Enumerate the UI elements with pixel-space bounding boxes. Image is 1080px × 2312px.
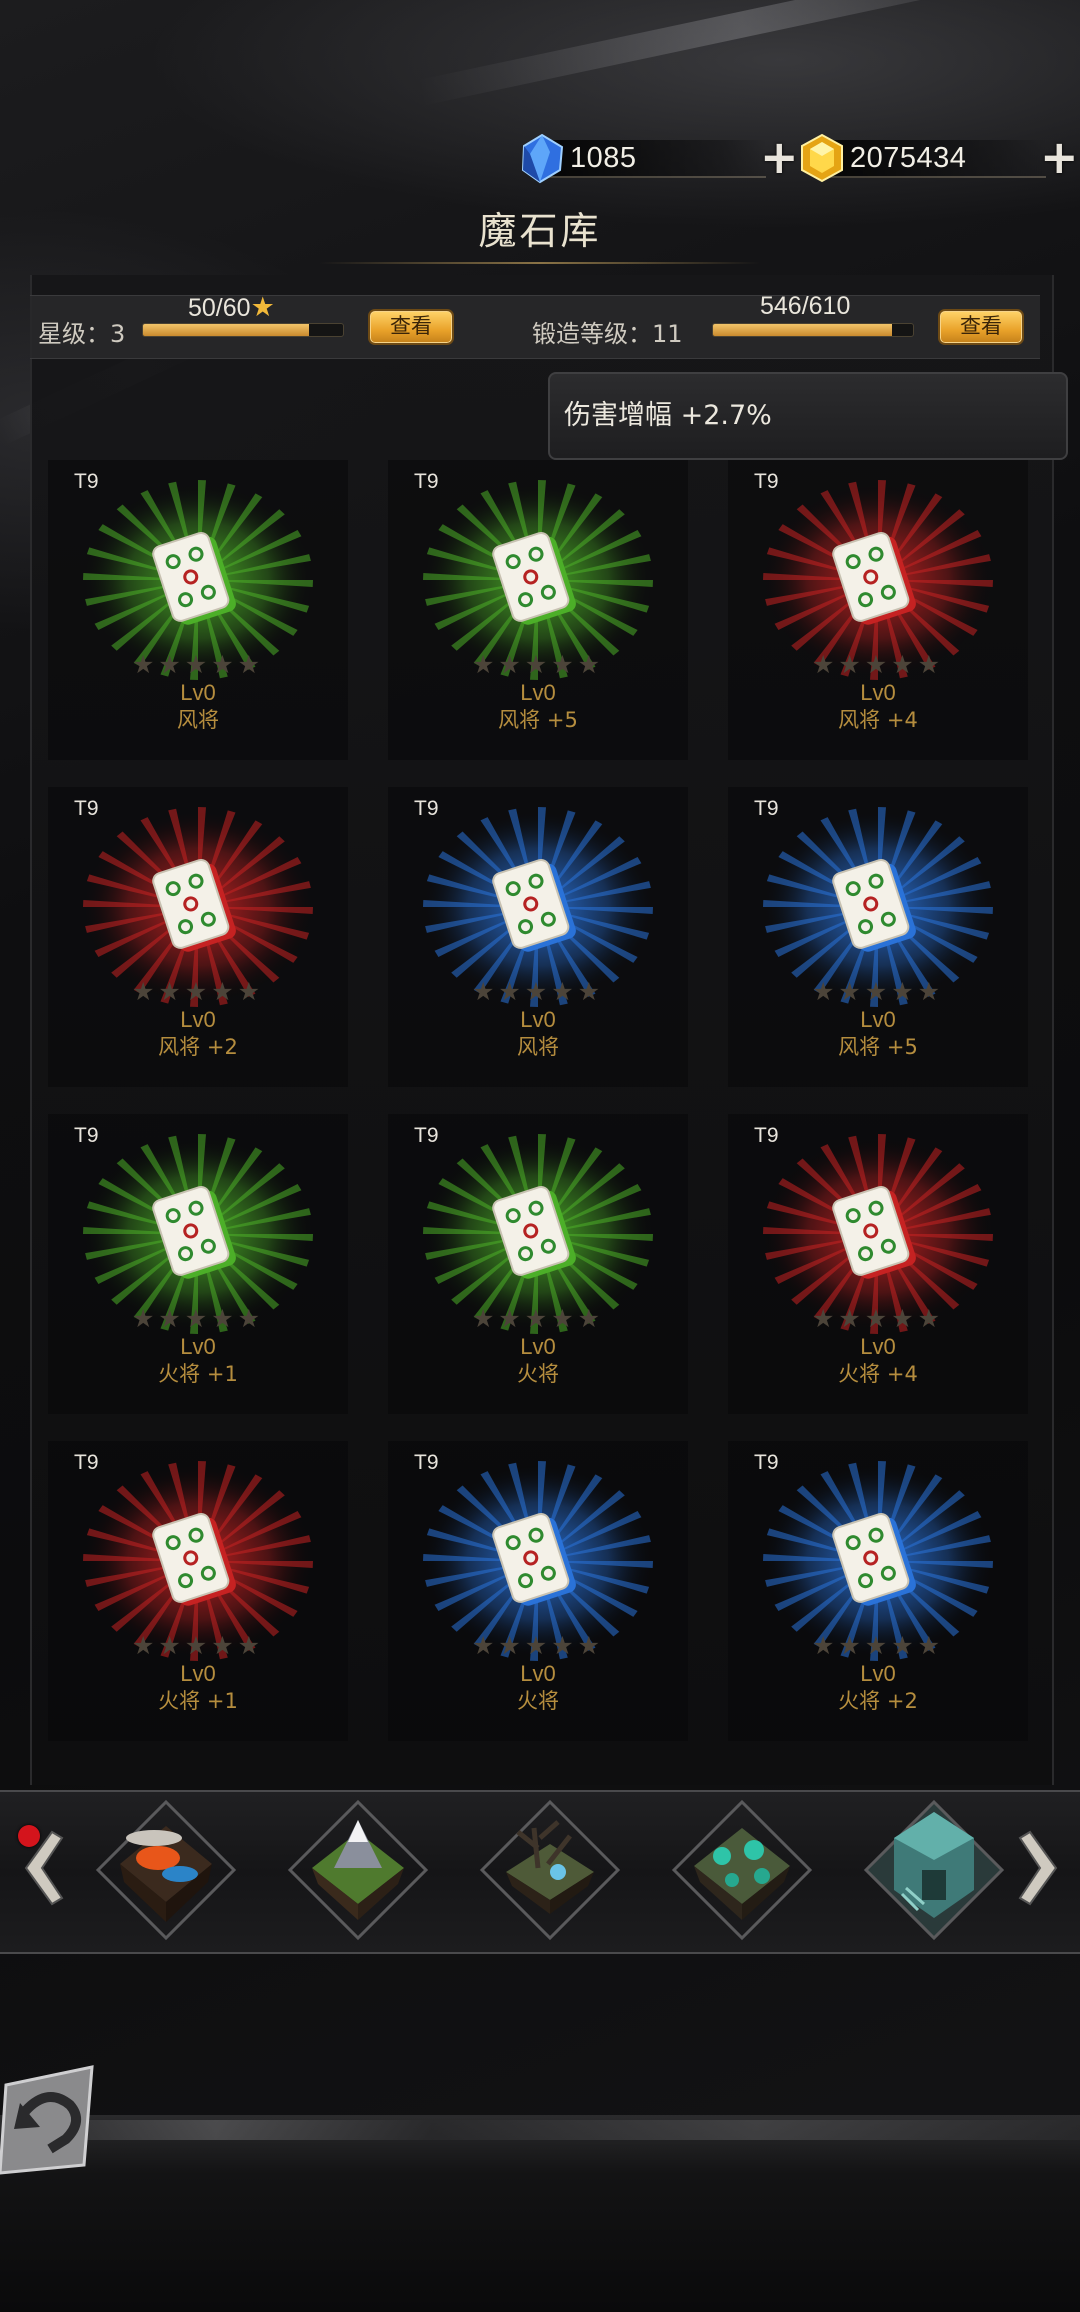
stats-bar: 星级：3 50/60★ 查看 锻造等级：11 546/610 查看 [30, 292, 1040, 359]
star-rating: ★★★★★ [811, 650, 945, 679]
star-rating: ★★★★★ [131, 1631, 265, 1660]
stone-name: 火将 [517, 1689, 559, 1713]
mahjong-tile-icon [492, 858, 576, 952]
mahjong-tile-icon [492, 1185, 576, 1279]
forge-level-label: 锻造等级：11 [532, 320, 683, 348]
forge-progress-bar [712, 323, 914, 337]
magic-stone-card[interactable]: T9 ★★★★★ Lv0 风将 +2 [48, 787, 348, 1087]
star-rating: ★★★★★ [131, 977, 265, 1006]
mahjong-tile-icon [832, 858, 916, 952]
ground-crack [0, 2120, 1080, 2140]
level-label: Lv0 [180, 1007, 216, 1032]
stone-name: 风将 +5 [838, 1035, 918, 1059]
blue-crystal-icon [521, 133, 564, 184]
title-divider [320, 262, 760, 264]
level-label: Lv0 [520, 1334, 556, 1359]
star-rating: ★★★★★ [471, 1631, 605, 1660]
level-label: Lv0 [860, 1661, 896, 1686]
stone-name: 火将 [517, 1362, 559, 1386]
level-label: Lv0 [860, 1007, 896, 1032]
stone-name: 火将 +4 [838, 1362, 918, 1386]
mahjong-tile-icon [832, 1512, 916, 1606]
stone-name: 火将 +2 [838, 1689, 918, 1713]
level-label: Lv0 [180, 1661, 216, 1686]
star-rating: ★★★★★ [131, 650, 265, 679]
crystal-amount: 1085 [570, 141, 637, 174]
level-label: Lv0 [860, 680, 896, 705]
star-icon: ★ [250, 292, 275, 322]
crystal-currency: 1085 + [516, 132, 799, 184]
mahjong-tile-icon [152, 1185, 236, 1279]
gold-amount: 2075434 [850, 141, 967, 174]
magic-stone-card[interactable]: T9 ★★★★★ Lv0 火将 +4 [728, 1114, 1028, 1414]
gold-currency: 2075434 + [796, 132, 1079, 184]
crystal-cave-island-icon[interactable] [670, 1798, 814, 1942]
star-rating: ★★★★★ [471, 977, 605, 1006]
ground-decoration [0, 2115, 1080, 2312]
level-label: Lv0 [860, 1334, 896, 1359]
stone-name: 风将 [517, 1035, 559, 1059]
star-level-label: 星级：3 [38, 320, 126, 348]
mahjong-tile-icon [152, 531, 236, 625]
stone-name: 火将 +1 [158, 1689, 238, 1713]
magic-stone-card[interactable]: T9 ★★★★★ Lv0 风将 +4 [728, 460, 1028, 760]
star-rating: ★★★★★ [811, 1631, 945, 1660]
star-rating: ★★★★★ [471, 650, 605, 679]
dead-tree-island-icon[interactable] [478, 1798, 622, 1942]
chevron-right-icon[interactable] [1014, 1818, 1074, 1918]
notification-dot [18, 1825, 40, 1847]
star-progress-bar [142, 323, 344, 337]
star-view-button[interactable]: 查看 [368, 309, 454, 345]
level-label: Lv0 [520, 680, 556, 705]
damage-boost-tooltip: 伤害增幅 +2.7% [548, 372, 1068, 460]
star-rating: ★★★★★ [471, 1304, 605, 1333]
stone-name: 风将 +5 [498, 708, 578, 732]
magic-stone-card[interactable]: T9 ★★★★★ Lv0 风将 +5 [728, 787, 1028, 1087]
magic-stone-card[interactable]: T9 ★★★★★ Lv0 火将 +1 [48, 1441, 348, 1741]
stone-name: 风将 +2 [158, 1035, 238, 1059]
star-progress-text: 50/60★ [188, 292, 275, 322]
mahjong-tile-icon [832, 531, 916, 625]
level-label: Lv0 [180, 1334, 216, 1359]
star-rating: ★★★★★ [811, 1304, 945, 1333]
star-rating: ★★★★★ [811, 977, 945, 1006]
magic-stone-card[interactable]: T9 ★★★★★ Lv0 火将 [388, 1114, 688, 1414]
magic-stone-card[interactable]: T9 ★★★★★ Lv0 火将 +1 [48, 1114, 348, 1414]
star-rating: ★★★★★ [131, 1304, 265, 1333]
level-label: Lv0 [520, 1661, 556, 1686]
magic-stone-card[interactable]: T9 ★★★★★ Lv0 火将 +2 [728, 1441, 1028, 1741]
level-label: Lv0 [520, 1007, 556, 1032]
gold-gem-icon [801, 133, 843, 183]
magic-stone-card[interactable]: T9 ★★★★★ Lv0 火将 [388, 1441, 688, 1741]
level-label: Lv0 [180, 680, 216, 705]
forge-view-button[interactable]: 查看 [938, 309, 1024, 345]
stone-name: 火将 +1 [158, 1362, 238, 1386]
lava-island-icon[interactable] [94, 1798, 238, 1942]
magic-stone-card[interactable]: T9 ★★★★★ Lv0 风将 +5 [388, 460, 688, 760]
magic-stone-card[interactable]: T9 ★★★★★ Lv0 风将 [48, 460, 348, 760]
stone-name: 风将 +4 [838, 708, 918, 732]
tower-island-icon[interactable] [862, 1798, 1006, 1942]
mahjong-tile-icon [152, 858, 236, 952]
add-gold-button[interactable]: + [1040, 134, 1079, 180]
add-crystal-button[interactable]: + [760, 134, 799, 180]
mahjong-tile-icon [492, 531, 576, 625]
mahjong-tile-icon [832, 1185, 916, 1279]
back-arrow-icon[interactable] [0, 2065, 100, 2175]
mahjong-tile-icon [492, 1512, 576, 1606]
magic-stone-card[interactable]: T9 ★★★★★ Lv0 风将 [388, 787, 688, 1087]
page-title: 魔石库 [478, 209, 602, 253]
mahjong-tile-icon [152, 1512, 236, 1606]
forge-progress-text: 546/610 [760, 292, 851, 320]
stone-name: 风将 [177, 708, 219, 732]
snow-mountain-island-icon[interactable] [286, 1798, 430, 1942]
